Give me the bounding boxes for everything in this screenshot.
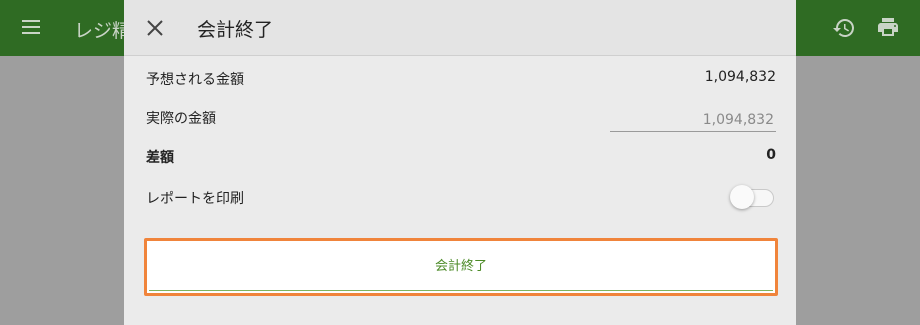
finish-checkout-button[interactable]: 会計終了 [144,238,778,296]
expected-amount-label: 予想される金額 [146,72,244,88]
dialog-title: 会計終了 [197,19,274,41]
app-title: レジ精算 [74,20,130,42]
menu-icon[interactable] [22,16,44,38]
toggle-thumb [730,185,754,209]
print-report-row: レポートを印刷 [146,182,776,212]
close-icon[interactable] [144,17,166,39]
close-register-dialog: 会計終了 予想される金額 1,094,832 実際の金額 差額 0 レポートを印… [124,0,796,325]
expected-amount-row: 予想される金額 1,094,832 [146,63,776,93]
print-report-toggle[interactable] [730,184,774,210]
actual-amount-row: 実際の金額 [146,102,776,132]
difference-value: 0 [766,147,776,163]
difference-label: 差額 [146,150,174,166]
expected-amount-value: 1,094,832 [704,69,776,85]
print-icon[interactable] [876,15,900,39]
dialog-header: 会計終了 [124,0,796,56]
actual-amount-input[interactable] [610,102,776,132]
actual-amount-label: 実際の金額 [146,111,216,127]
difference-row: 差額 0 [146,141,776,171]
history-icon[interactable] [832,16,856,40]
print-report-label: レポートを印刷 [146,191,244,207]
